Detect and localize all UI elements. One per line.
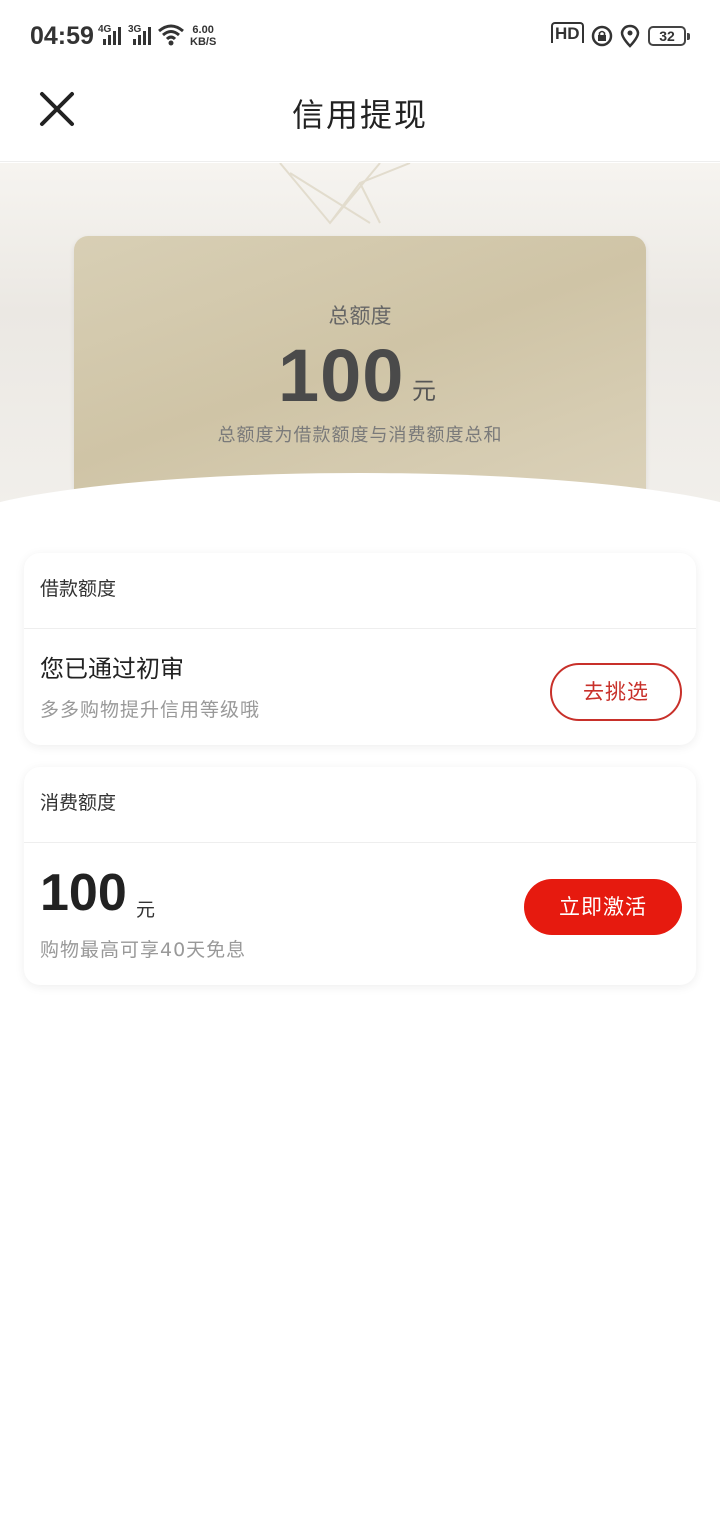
network-speed: 6.00 KB/S — [190, 24, 216, 48]
consumption-limit-amount: 100 — [40, 864, 127, 922]
loan-status-subtitle: 多多购物提升信用等级哦 — [40, 699, 261, 721]
speed-value: 6.00 — [192, 24, 214, 36]
status-bar: 04:59 4G 3G 6.00 KB/S HD 32 — [0, 0, 720, 72]
loan-limit-header: 借款额度 — [24, 553, 696, 629]
wifi-icon — [158, 24, 184, 46]
total-limit-label: 总额度 — [328, 304, 392, 328]
status-time: 04:59 — [30, 22, 94, 50]
loan-limit-card: 借款额度 您已通过初审 多多购物提升信用等级哦 去挑选 — [24, 553, 696, 745]
hd-icon: HD — [551, 22, 584, 44]
battery-icon: 32 — [648, 26, 690, 46]
activate-now-button[interactable]: 立即激活 — [524, 879, 682, 935]
page-header: 信用提现 — [0, 72, 720, 162]
signal-icon — [103, 27, 121, 45]
hero-banner: 总额度 100 元 总额度为借款额度与消费额度总和 — [0, 163, 720, 533]
location-icon — [620, 24, 640, 48]
speed-unit: KB/S — [190, 36, 217, 48]
total-limit-amount: 100 — [278, 334, 405, 417]
battery-level: 32 — [659, 28, 675, 44]
consumption-limit-card: 消费额度 100 元 购物最高可享40天免息 立即激活 — [24, 767, 696, 985]
consumption-limit-header: 消费额度 — [24, 767, 696, 843]
total-limit-unit: 元 — [412, 377, 436, 405]
go-select-button[interactable]: 去挑选 — [550, 663, 682, 721]
consumption-limit-unit: 元 — [136, 899, 156, 921]
signal-icon — [133, 27, 151, 45]
consumption-limit-subtitle: 购物最高可享40天免息 — [40, 939, 247, 961]
loan-status-title: 您已通过初审 — [40, 655, 184, 683]
page-title: 信用提现 — [291, 96, 428, 134]
lock-rotation-icon — [591, 25, 613, 47]
hd-label: HD — [551, 22, 584, 43]
total-limit-description: 总额度为借款额度与消费额度总和 — [217, 425, 503, 446]
decorative-lines-icon — [279, 163, 411, 225]
